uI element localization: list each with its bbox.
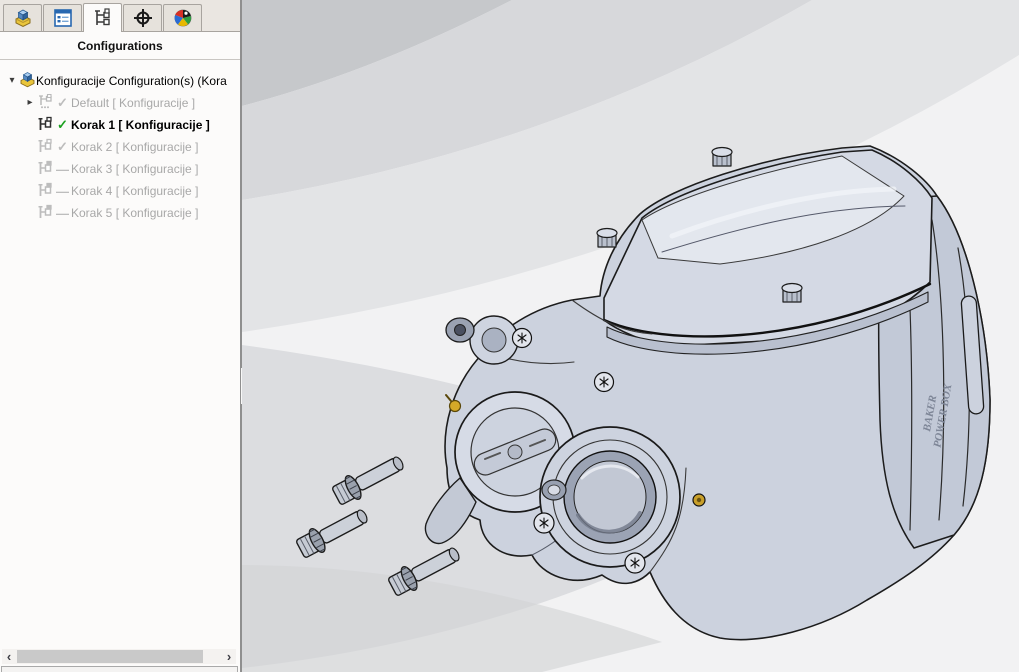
config-item-korak3[interactable]: — Korak 3 [ Konfiguracije ] xyxy=(0,158,240,180)
config-item-label: Korak 3 [ Konfiguracije ] xyxy=(71,162,198,176)
config-flag-icon xyxy=(36,204,54,223)
unrebuilt-dash-icon: — xyxy=(54,184,71,199)
rebuild-check-icon: ✓ xyxy=(54,95,71,111)
graphics-area[interactable]: BAKER POWER BOX xyxy=(242,0,1019,672)
scroll-right-icon[interactable]: › xyxy=(222,649,236,664)
dimxpert-target-icon xyxy=(133,8,153,28)
config-item-korak2[interactable]: ✓ Korak 2 [ Konfiguracije ] xyxy=(0,136,240,158)
rebuild-check-icon: ✓ xyxy=(54,139,71,155)
tab-propertymanager[interactable] xyxy=(43,4,82,31)
tab-configurationmanager[interactable] xyxy=(83,3,122,32)
derived-config-icon xyxy=(36,94,54,113)
config-item-label: Korak 2 [ Konfiguracije ] xyxy=(71,140,198,154)
scrollbar-thumb[interactable] xyxy=(17,650,203,663)
config-item-korak1[interactable]: ✓ Korak 1 [ Konfiguracije ] xyxy=(0,114,240,136)
config-flag-icon xyxy=(36,160,54,179)
panel-title: Configurations xyxy=(0,32,240,60)
unrebuilt-dash-icon: — xyxy=(54,162,71,177)
manager-tab-bar xyxy=(0,0,240,32)
rebuild-check-icon: ✓ xyxy=(54,117,71,133)
config-item-label: Default [ Konfiguracije ] xyxy=(71,96,195,110)
configurations-root-icon xyxy=(18,71,36,91)
unrebuilt-dash-icon: — xyxy=(54,206,71,221)
tab-displaymanager[interactable] xyxy=(163,4,202,31)
config-flag-icon xyxy=(36,138,54,157)
tab-featuremanager[interactable] xyxy=(3,4,42,31)
config-item-label: Korak 5 [ Konfiguracije ] xyxy=(71,206,198,220)
config-root-label: Konfiguracije Configuration(s) (Kora xyxy=(36,74,227,88)
config-item-label: Korak 4 [ Konfiguracije ] xyxy=(71,184,198,198)
displaymanager-ball-icon xyxy=(173,8,193,28)
propertymanager-list-icon xyxy=(53,8,73,28)
config-item-label: Korak 1 [ Konfiguracije ] xyxy=(71,118,210,132)
config-root-row[interactable]: ▾ Konfiguracije Configuration(s) (Kora xyxy=(0,70,240,92)
application-window: Configurations ▾ Konfiguracije Configura… xyxy=(0,0,1019,672)
configuration-manager-panel: Configurations ▾ Konfiguracije Configura… xyxy=(0,0,240,672)
panel-horizontal-scrollbar[interactable]: ‹ › xyxy=(2,649,236,664)
config-flag-icon xyxy=(36,182,54,201)
config-item-default[interactable]: ▸ ✓ Default [ Konfiguracije ] xyxy=(0,92,240,114)
config-item-korak4[interactable]: — Korak 4 [ Konfiguracije ] xyxy=(0,180,240,202)
tab-dimxpertmanager[interactable] xyxy=(123,4,162,31)
active-config-flag-icon xyxy=(36,116,54,135)
configuration-tree: ▾ Konfiguracije Configuration(s) (Kora ▸ xyxy=(0,60,240,224)
model-canvas: BAKER POWER BOX xyxy=(242,0,1019,672)
config-item-korak5[interactable]: — Korak 5 [ Konfiguracije ] xyxy=(0,202,240,224)
expand-arrow-icon[interactable]: ▸ xyxy=(24,92,36,114)
collapse-arrow-icon[interactable]: ▾ xyxy=(6,70,18,92)
configurationmanager-tree-icon xyxy=(93,8,113,28)
scroll-left-icon[interactable]: ‹ xyxy=(2,649,16,664)
featuremanager-cube-icon xyxy=(13,8,33,28)
panel-bottom-strip xyxy=(1,666,238,672)
